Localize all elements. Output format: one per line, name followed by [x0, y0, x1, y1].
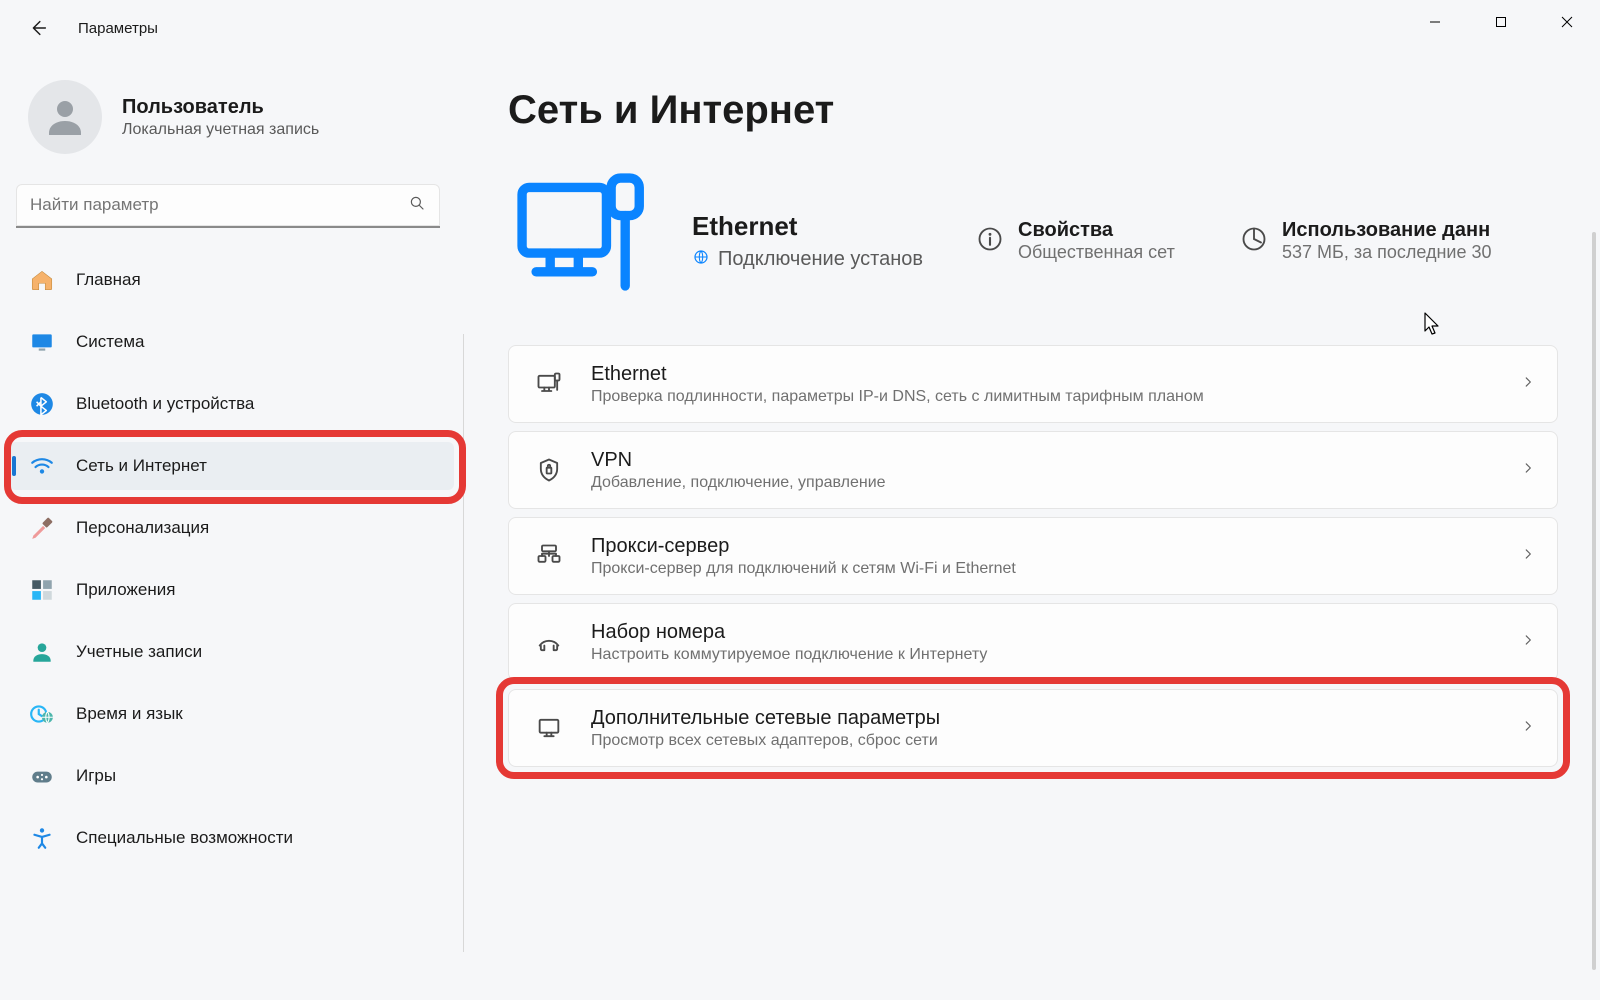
data-usage-label: Использование данн: [1282, 219, 1492, 242]
card-title: Дополнительные сетевые параметры: [591, 707, 1495, 730]
sidebar-item-label: Главная: [76, 270, 141, 290]
home-icon: [28, 266, 56, 294]
search-input[interactable]: [16, 184, 440, 228]
sidebar-item-apps[interactable]: Приложения: [10, 566, 454, 614]
proxy-icon: [533, 542, 565, 570]
sidebar-item-label: Игры: [76, 766, 116, 786]
sidebar-item-timelang[interactable]: Время и язык: [10, 690, 454, 738]
card-proxy[interactable]: Прокси-сервер Прокси-сервер для подключен…: [508, 517, 1558, 595]
connection-name: Ethernet: [692, 211, 942, 242]
access-icon: [28, 824, 56, 852]
ethernet-icon: [533, 370, 565, 398]
advanced-icon: [533, 714, 565, 742]
back-button[interactable]: [24, 14, 52, 42]
network-status: Ethernet Подключение установ Свойства Об…: [508, 161, 1566, 321]
card-vpn[interactable]: VPN Добавление, подключение, управление: [508, 431, 1558, 509]
chevron-right-icon: [1521, 547, 1535, 566]
app-title: Параметры: [78, 20, 158, 37]
maximize-button[interactable]: [1468, 0, 1534, 44]
card-subtitle: Просмотр всех сетевых адаптеров, сброс с…: [591, 732, 1495, 750]
sidebar-item-label: Специальные возможности: [76, 828, 293, 848]
minimize-button[interactable]: [1402, 0, 1468, 44]
sidebar-item-bluetooth[interactable]: Bluetooth и устройства: [10, 380, 454, 428]
properties-link[interactable]: Свойства Общественная сет: [976, 219, 1206, 263]
scrollbar[interactable]: [1592, 232, 1596, 970]
sidebar-item-system[interactable]: Система: [10, 318, 454, 366]
bluetooth-icon: [28, 390, 56, 418]
timelang-icon: [28, 700, 56, 728]
sidebar-item-access[interactable]: Специальные возможности: [10, 814, 454, 862]
account-name: Пользователь: [122, 95, 319, 119]
card-advanced[interactable]: Дополнительные сетевые параметры Просмотр…: [508, 689, 1558, 767]
card-title: Ethernet: [591, 363, 1495, 386]
ethernet-large-icon: [508, 164, 658, 319]
sidebar-item-label: Время и язык: [76, 704, 183, 724]
account-icon: [28, 638, 56, 666]
sidebar-item-brush[interactable]: Персонализация: [10, 504, 454, 552]
account-block[interactable]: Пользователь Локальная учетная запись: [0, 74, 464, 184]
search-field[interactable]: [30, 195, 400, 215]
data-usage-link[interactable]: Использование данн 537 МБ, за последние …: [1240, 219, 1492, 263]
card-ethernet[interactable]: Ethernet Проверка подлинности, параметры …: [508, 345, 1558, 423]
card-title: VPN: [591, 449, 1495, 472]
info-icon: [976, 225, 1004, 258]
dialup-icon: [533, 628, 565, 656]
sidebar-item-label: Сеть и Интернет: [76, 456, 207, 476]
search-icon: [408, 194, 426, 217]
card-subtitle: Добавление, подключение, управление: [591, 474, 1495, 492]
card-title: Набор номера: [591, 621, 1495, 644]
sidebar-item-label: Учетные записи: [76, 642, 202, 662]
properties-sub: Общественная сет: [1018, 242, 1175, 263]
chevron-right-icon: [1521, 633, 1535, 652]
card-subtitle: Проверка подлинности, параметры IP-и DNS…: [591, 388, 1495, 406]
card-dialup[interactable]: Набор номера Настроить коммутируемое подк…: [508, 603, 1558, 681]
properties-label: Свойства: [1018, 219, 1175, 242]
page-title: Сеть и Интернет: [508, 88, 1566, 133]
data-usage-icon: [1240, 225, 1268, 258]
chevron-right-icon: [1521, 719, 1535, 738]
avatar: [28, 80, 102, 154]
close-button[interactable]: [1534, 0, 1600, 44]
system-icon: [28, 328, 56, 356]
sidebar-item-label: Система: [76, 332, 144, 352]
apps-icon: [28, 576, 56, 604]
account-subtitle: Локальная учетная запись: [122, 121, 319, 139]
card-title: Прокси-сервер: [591, 535, 1495, 558]
sidebar-item-account[interactable]: Учетные записи: [10, 628, 454, 676]
gaming-icon: [28, 762, 56, 790]
sidebar-item-home[interactable]: Главная: [10, 256, 454, 304]
wifi-icon: [28, 452, 56, 480]
sidebar-item-label: Приложения: [76, 580, 175, 600]
brush-icon: [28, 514, 56, 542]
chevron-right-icon: [1521, 461, 1535, 480]
globe-icon: [692, 248, 710, 272]
sidebar-item-label: Персонализация: [76, 518, 209, 538]
vpn-icon: [533, 456, 565, 484]
sidebar-item-wifi[interactable]: Сеть и Интернет: [10, 442, 454, 490]
sidebar-item-gaming[interactable]: Игры: [10, 752, 454, 800]
card-subtitle: Прокси-сервер для подключений к сетям Wi…: [591, 560, 1495, 578]
data-usage-sub: 537 МБ, за последние 30: [1282, 242, 1492, 263]
chevron-right-icon: [1521, 375, 1535, 394]
connection-status: Подключение установ: [718, 248, 923, 271]
sidebar-item-label: Bluetooth и устройства: [76, 394, 254, 414]
card-subtitle: Настроить коммутируемое подключение к Ин…: [591, 646, 1495, 664]
